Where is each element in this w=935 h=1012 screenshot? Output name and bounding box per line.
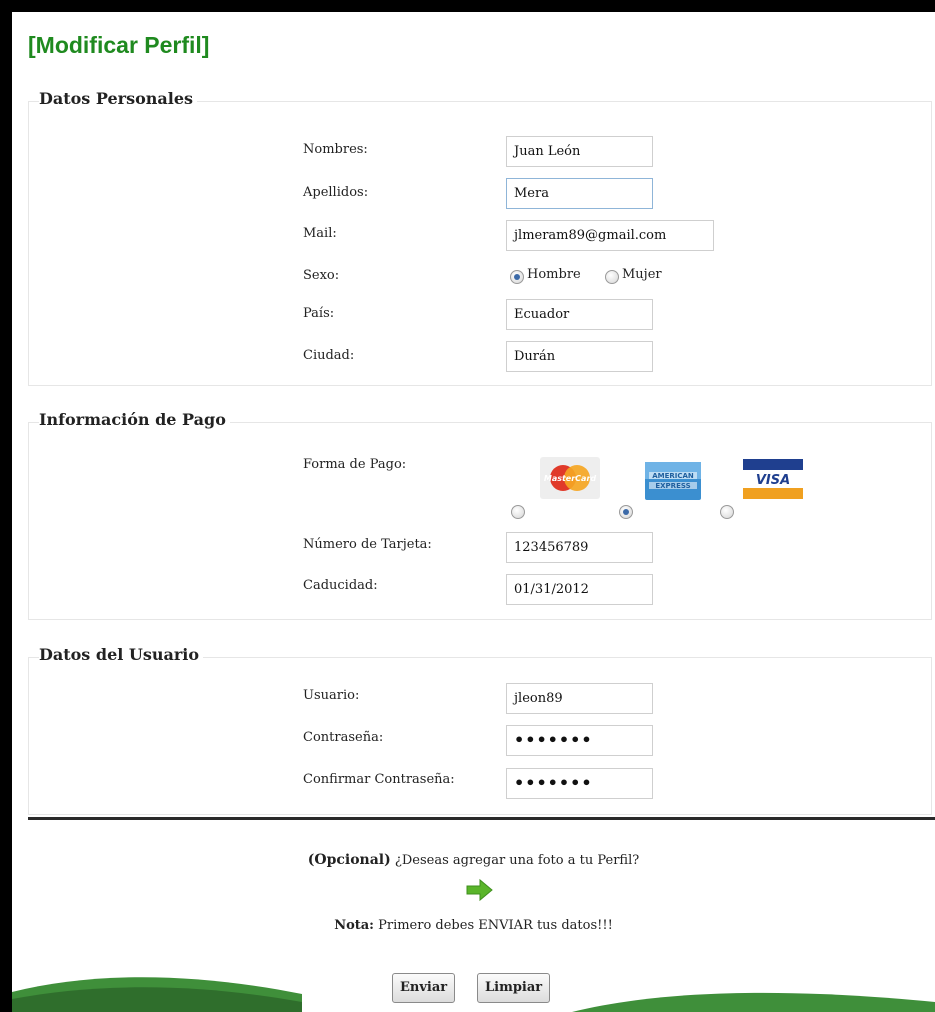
pais-field[interactable]: Ecuador	[506, 299, 653, 330]
sexo-hombre-label: Hombre	[527, 267, 581, 282]
svg-text:VISA: VISA	[756, 473, 790, 488]
arrow-right-icon[interactable]	[465, 878, 493, 902]
password-field[interactable]: •••••••	[506, 725, 653, 756]
apellidos-label: Apellidos:	[303, 185, 369, 200]
optional-photo-prompt: (Opcional) ¿Deseas agregar una foto a tu…	[12, 852, 935, 868]
svg-text:AMERICAN: AMERICAN	[652, 472, 694, 480]
confirm-password-field[interactable]: •••••••	[506, 768, 653, 799]
note-message: Primero debes ENVIAR tus datos!!!	[373, 918, 613, 933]
sexo-label: Sexo:	[303, 268, 340, 283]
mastercard-icon[interactable]: MasterCard	[540, 457, 600, 499]
payment-section: Información de Pago	[28, 410, 932, 620]
note-text: Nota: Primero debes ENVIAR tus datos!!!	[12, 918, 935, 933]
sexo-hombre-radio[interactable]	[510, 270, 524, 284]
section-legend-personal: Datos Personales	[39, 89, 198, 108]
section-divider	[28, 817, 935, 820]
svg-text:MasterCard: MasterCard	[544, 474, 597, 483]
nombres-label: Nombres:	[303, 142, 368, 157]
profile-form-page: [Modificar Perfil] Datos Personales Nomb…	[12, 12, 935, 1012]
ciudad-label: Ciudad:	[303, 348, 355, 363]
forma-pago-label: Forma de Pago:	[303, 457, 407, 472]
personal-data-section: Datos Personales	[28, 89, 932, 386]
usuario-field[interactable]: jleon89	[506, 683, 653, 714]
sexo-mujer-radio[interactable]	[605, 270, 619, 284]
caducidad-label: Caducidad:	[303, 578, 378, 593]
card-amex-radio[interactable]	[619, 505, 633, 519]
visa-icon[interactable]: VISA	[743, 459, 803, 499]
confirm-password-label: Confirmar Contraseña:	[303, 772, 455, 787]
section-legend-payment: Información de Pago	[39, 410, 230, 429]
decorative-swoosh	[12, 977, 935, 1012]
mail-field[interactable]: jlmeram89@gmail.com	[506, 220, 714, 251]
limpiar-button[interactable]: Limpiar	[477, 973, 551, 1003]
caducidad-field[interactable]: 01/31/2012	[506, 574, 653, 605]
numero-tarjeta-field[interactable]: 123456789	[506, 532, 653, 563]
note-tag: Nota:	[334, 918, 374, 933]
password-label: Contraseña:	[303, 730, 384, 745]
sexo-mujer-label: Mujer	[622, 267, 662, 282]
usuario-label: Usuario:	[303, 688, 360, 703]
apellidos-field[interactable]: Mera	[506, 178, 653, 209]
user-data-section: Datos del Usuario	[28, 645, 932, 815]
mail-label: Mail:	[303, 226, 337, 241]
pais-label: País:	[303, 306, 335, 321]
section-legend-user: Datos del Usuario	[39, 645, 204, 664]
nombres-field[interactable]: Juan León	[506, 136, 653, 167]
amex-icon[interactable]: AMERICAN EXPRESS	[645, 462, 701, 500]
page-title: [Modificar Perfil]	[28, 32, 210, 58]
enviar-button[interactable]: Enviar	[392, 973, 456, 1003]
optional-tag: (Opcional)	[307, 852, 391, 868]
optional-photo-text: ¿Deseas agregar una foto a tu Perfil?	[390, 853, 640, 868]
card-visa-radio[interactable]	[720, 505, 734, 519]
ciudad-field[interactable]: Durán	[506, 341, 653, 372]
svg-text:EXPRESS: EXPRESS	[655, 482, 690, 490]
card-mastercard-radio[interactable]	[511, 505, 525, 519]
numero-tarjeta-label: Número de Tarjeta:	[303, 537, 432, 552]
